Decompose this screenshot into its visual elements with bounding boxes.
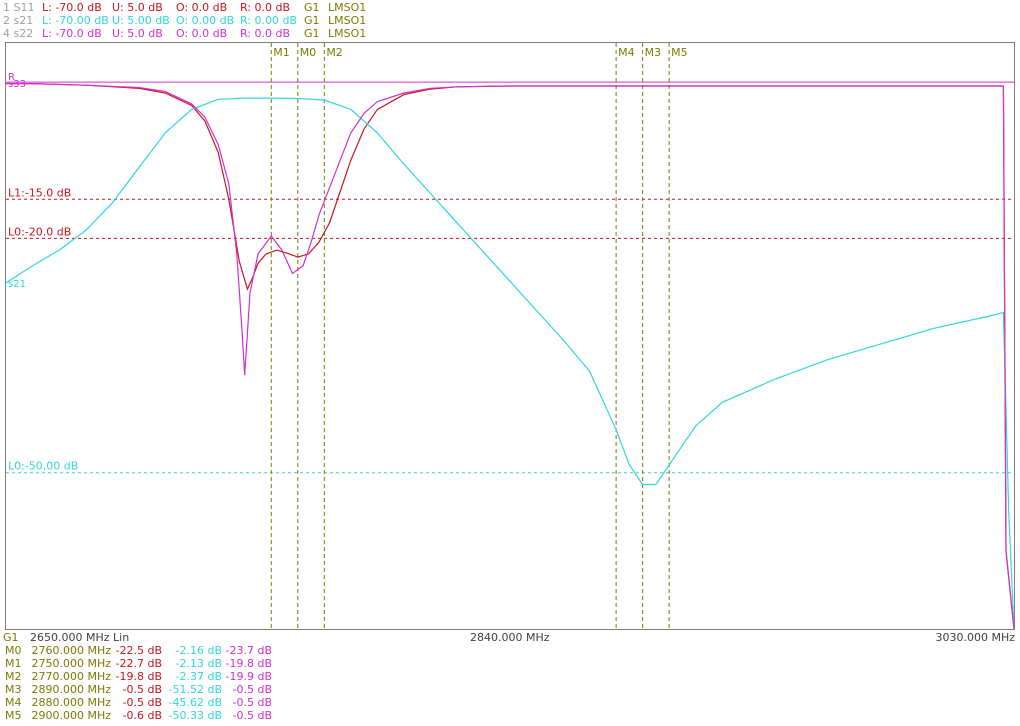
marker-s22-value: -19.8 dB xyxy=(225,657,273,670)
marker-s21-value: -2.16 dB xyxy=(175,644,223,657)
marker-s22-value: -19.9 dB xyxy=(225,670,273,683)
trace-settings-header: 1 S11 L: -70.0 dB U: 5.0 dB O: 0.0 dB R: 0.0… xyxy=(0,0,1020,42)
trace-s21 xyxy=(6,97,1014,629)
marker-s21-value: -51.52 dB xyxy=(168,683,223,696)
marker-s22-value: -0.5 dB xyxy=(232,709,273,722)
trace-header-lms: LMSO1 xyxy=(328,27,367,40)
x-axis-gate: G1 xyxy=(3,631,19,644)
trace-header-o: O: 0.0 dB xyxy=(176,1,228,14)
x-axis-center: 2840.000 MHz xyxy=(470,631,550,644)
marker-label: M4 xyxy=(618,46,635,59)
trace-header-l: L: -70.0 dB xyxy=(42,1,102,14)
marker-label: M1 xyxy=(273,46,290,59)
trace-header-u: U: 5.0 dB xyxy=(112,27,163,40)
x-axis-start: 2650.000 MHz Lin xyxy=(30,631,130,644)
trace-header-g: G1 xyxy=(304,27,320,40)
trace-header-g: G1 xyxy=(304,14,320,27)
marker-s21-value: -2.13 dB xyxy=(175,657,223,670)
marker-s11-value: -22.5 dB xyxy=(115,644,163,657)
marker-frequency: 2770.000 MHz xyxy=(31,670,111,683)
limit-line-label: L1:-15.0 dB xyxy=(8,186,71,199)
marker-s11-value: -22.7 dB xyxy=(115,657,163,670)
marker-label: M3 xyxy=(645,46,662,59)
marker-frequency: 2890.000 MHz xyxy=(31,683,111,696)
trace-header-r: R: 0.00 dB xyxy=(240,14,298,27)
marker-label: M5 xyxy=(671,46,688,59)
reference-marker-s33: s33 xyxy=(8,79,26,90)
marker-s21-value: -45.62 dB xyxy=(168,696,223,709)
marker-s21-value: -2.37 dB xyxy=(175,670,223,683)
trace-header-u: U: 5.00 dB xyxy=(112,14,170,27)
marker-frequency: 2760.000 MHz xyxy=(31,644,111,657)
marker-s11-value: -0.5 dB xyxy=(122,696,163,709)
trace-header-id: 1 S11 xyxy=(3,1,35,14)
marker-s22-value: -0.5 dB xyxy=(232,696,273,709)
marker-s11-value: -0.6 dB xyxy=(122,709,163,722)
trace-header-id: 4 s22 xyxy=(3,27,34,40)
marker-label: M2 xyxy=(326,46,343,59)
marker-s11-value: -0.5 dB xyxy=(122,683,163,696)
marker-s22-value: -0.5 dB xyxy=(232,683,273,696)
plot-area[interactable]: L1:-15.0 dB L0:-20.0 dB L0:-50.00 dB M1 M0 M2… xyxy=(5,42,1015,630)
trace-header-o: O: 0.00 dB xyxy=(176,14,235,27)
trace-label-s21: s21 xyxy=(8,279,26,290)
trace-header-u: U: 5.0 dB xyxy=(112,1,163,14)
marker-frequency: 2880.000 MHz xyxy=(31,696,111,709)
trace-header-o: O: 0.0 dB xyxy=(176,27,228,40)
trace-header-id: 2 s21 xyxy=(3,14,34,27)
marker-readout-table: G1 2650.000 MHz Lin 2840.000 MHz 3030.000 M… xyxy=(0,630,1020,726)
trace-header-l: L: -70.0 dB xyxy=(42,27,102,40)
trace-header-l: L: -70.00 dB xyxy=(42,14,109,27)
sparameter-plot[interactable]: L1:-15.0 dB L0:-20.0 dB L0:-50.00 dB M1 M0 M2… xyxy=(6,43,1014,629)
trace-header-r: R: 0.0 dB xyxy=(240,27,291,40)
trace-header-g: G1 xyxy=(304,1,320,14)
marker-s11-value: -19.8 dB xyxy=(115,670,163,683)
marker-label: M0 xyxy=(300,46,317,59)
trace-header-lms: LMSO1 xyxy=(328,14,367,27)
trace-header-lms: LMSO1 xyxy=(328,1,367,14)
trace-s22 xyxy=(6,83,1014,629)
limit-line-label: L0:-20.0 dB xyxy=(8,225,71,238)
marker-s21-value: -50.33 dB xyxy=(168,709,223,722)
marker-frequency: 2750.000 MHz xyxy=(31,657,111,670)
limit-line-label: L0:-50.00 dB xyxy=(8,460,78,473)
trace-s11 xyxy=(6,83,1014,629)
marker-s22-value: -23.7 dB xyxy=(225,644,273,657)
x-axis-stop: 3030.000 MHz xyxy=(935,631,1015,644)
marker-frequency: 2900.000 MHz xyxy=(31,709,111,722)
trace-header-r: R: 0.0 dB xyxy=(240,1,291,14)
